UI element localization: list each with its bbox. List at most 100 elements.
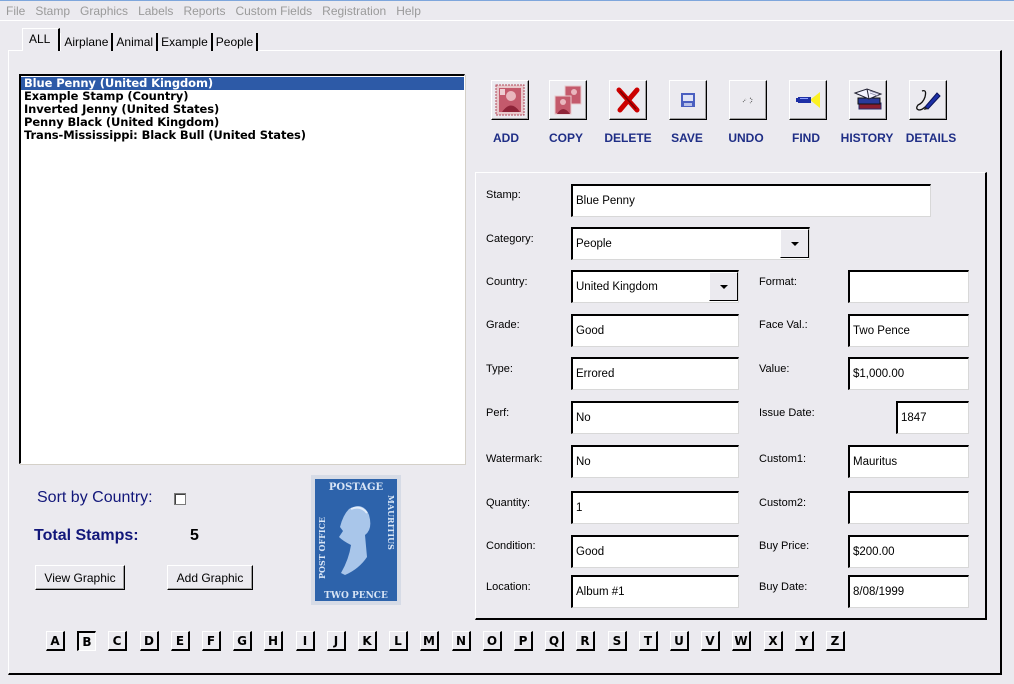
copy-button[interactable]: [549, 80, 587, 120]
letter-button-o[interactable]: O: [483, 631, 502, 651]
face-val-label: Face Val.:: [759, 319, 808, 331]
letter-button-n[interactable]: N: [452, 631, 471, 651]
undo-button[interactable]: [729, 80, 767, 120]
details-button[interactable]: [909, 80, 947, 120]
letter-button-u[interactable]: U: [670, 631, 689, 651]
stamp-field-value: Blue Penny: [576, 195, 635, 207]
menu-help[interactable]: Help: [396, 4, 421, 18]
total-stamps-value: 5: [190, 527, 199, 544]
grade-field[interactable]: Good: [571, 314, 739, 347]
letter-button-d[interactable]: D: [140, 631, 159, 651]
letter-button-j[interactable]: J: [327, 631, 346, 651]
letter-button-t[interactable]: T: [639, 631, 658, 651]
list-item[interactable]: Trans-Mississippi: Black Bull (United St…: [21, 129, 464, 142]
letter-button-x[interactable]: X: [764, 631, 783, 651]
menu-stamp[interactable]: Stamp: [35, 4, 70, 18]
add-graphic-button[interactable]: Add Graphic: [167, 565, 253, 590]
country-label: Country:: [486, 276, 528, 288]
menu-labels[interactable]: Labels: [138, 4, 173, 18]
books-icon: [853, 88, 883, 110]
type-field[interactable]: Errored: [571, 357, 739, 390]
undo-icon: [742, 97, 753, 104]
category-label: Category:: [486, 233, 534, 245]
quantity-field-value: 1: [576, 502, 583, 514]
tab-people[interactable]: People: [212, 33, 259, 51]
stamp-field[interactable]: Blue Penny: [571, 184, 931, 217]
quantity-field[interactable]: 1: [571, 491, 739, 524]
sort-by-country-checkbox[interactable]: [174, 493, 186, 505]
condition-field[interactable]: Good: [571, 535, 739, 568]
custom1-field-value: Mauritus: [853, 456, 898, 468]
quantity-label: Quantity:: [486, 497, 531, 509]
letter-button-p[interactable]: P: [514, 631, 533, 651]
delete-button[interactable]: [609, 80, 647, 120]
sort-by-country-label: Sort by Country:: [37, 489, 153, 506]
value-field[interactable]: $1,000.00: [848, 357, 969, 390]
letter-button-q[interactable]: Q: [545, 631, 564, 651]
letter-button-w[interactable]: W: [732, 631, 751, 651]
copy-label: COPY: [548, 131, 583, 145]
chevron-down-icon: [790, 241, 799, 246]
buy-date-field-value: 8/08/1999: [853, 586, 905, 598]
letter-button-e[interactable]: E: [171, 631, 190, 651]
save-icon: [681, 93, 695, 107]
letter-button-f[interactable]: F: [202, 631, 221, 651]
country-select[interactable]: United Kingdom: [571, 270, 739, 303]
letter-button-i[interactable]: I: [296, 631, 315, 651]
letter-button-b[interactable]: B: [77, 631, 96, 651]
add-button[interactable]: [491, 80, 529, 120]
letter-button-g[interactable]: G: [233, 631, 252, 651]
view-graphic-button[interactable]: View Graphic: [35, 565, 125, 590]
grade-label: Grade:: [486, 319, 520, 331]
country-dropdown-button[interactable]: [709, 272, 738, 301]
history-button[interactable]: [849, 80, 887, 120]
buy-date-field[interactable]: 8/08/1999: [848, 575, 969, 608]
letter-button-l[interactable]: L: [389, 631, 408, 651]
tab-animal[interactable]: Animal: [113, 33, 159, 51]
tab-all[interactable]: ALL: [22, 28, 61, 51]
value-label: Value:: [759, 363, 790, 375]
letter-button-v[interactable]: V: [701, 631, 720, 651]
letter-button-h[interactable]: H: [264, 631, 283, 651]
letter-button-s[interactable]: S: [608, 631, 627, 651]
letter-button-r[interactable]: R: [576, 631, 595, 651]
location-label: Location:: [486, 581, 531, 593]
letter-button-k[interactable]: K: [358, 631, 377, 651]
face-val-field[interactable]: Two Pence: [848, 314, 969, 347]
menu-file[interactable]: File: [6, 4, 25, 18]
stamp-list[interactable]: Blue Penny (United Kingdom) Example Stam…: [19, 74, 465, 464]
category-tabs: ALL Airplane Animal Example People: [22, 28, 259, 51]
type-field-value: Errored: [576, 368, 615, 380]
custom1-field[interactable]: Mauritus: [848, 445, 969, 478]
location-field[interactable]: Album #1: [571, 575, 739, 608]
stamp-left-text: POST OFFICE: [317, 517, 327, 579]
letter-button-m[interactable]: M: [420, 631, 439, 651]
issue-date-field[interactable]: 1847: [896, 401, 969, 434]
delete-x-icon: [616, 87, 640, 113]
buy-price-field[interactable]: $200.00: [848, 535, 969, 568]
perf-field-value: No: [576, 412, 591, 424]
category-dropdown-button[interactable]: [780, 229, 809, 258]
letter-button-y[interactable]: Y: [795, 631, 814, 651]
format-field[interactable]: [848, 270, 969, 303]
perf-field[interactable]: No: [571, 401, 739, 434]
format-label: Format:: [759, 276, 797, 288]
watermark-field-value: No: [576, 456, 591, 468]
stamp-top-text: POSTAGE: [329, 482, 384, 493]
letter-button-c[interactable]: C: [108, 631, 127, 651]
tab-example[interactable]: Example: [158, 33, 213, 51]
save-button[interactable]: [669, 80, 707, 120]
details-label: DETAILS: [905, 131, 957, 145]
watermark-field[interactable]: No: [571, 445, 739, 478]
menu-graphics[interactable]: Graphics: [80, 4, 128, 18]
tab-airplane[interactable]: Airplane: [60, 33, 114, 51]
letter-button-a[interactable]: A: [46, 631, 65, 651]
find-button[interactable]: [789, 80, 827, 120]
letter-button-z[interactable]: Z: [826, 631, 845, 651]
custom2-field[interactable]: [848, 491, 969, 524]
menu-custom-fields[interactable]: Custom Fields: [235, 4, 312, 18]
menu-registration[interactable]: Registration: [322, 4, 386, 18]
menu-reports[interactable]: Reports: [183, 4, 225, 18]
category-select[interactable]: People: [571, 227, 810, 260]
blue-penny-stamp-graphic: POSTAGE TWO PENCE POST OFFICE MAURITIUS: [315, 479, 397, 601]
